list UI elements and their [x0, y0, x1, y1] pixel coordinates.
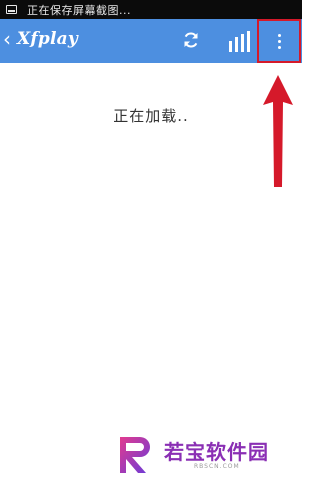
app-bar: ‹ Xfplay	[0, 19, 302, 63]
refresh-icon	[184, 32, 198, 48]
app-title: Xfplay	[17, 29, 78, 49]
screenshot-icon	[6, 5, 17, 14]
refresh-button[interactable]	[178, 27, 204, 53]
status-text: 正在保存屏幕截图...	[27, 3, 131, 17]
watermark-url: RBSCN.COM	[194, 462, 240, 470]
status-bar: 正在保存屏幕截图...	[0, 0, 302, 19]
rbscn-logo-icon	[120, 437, 150, 473]
red-arrow-annotation	[263, 75, 293, 187]
more-vertical-icon	[277, 33, 281, 37]
loading-text: 正在加载..	[113, 107, 189, 125]
watermark-title: 若宝软件园	[164, 439, 269, 464]
bar-chart-icon	[228, 41, 232, 52]
watermark: 若宝软件园 RBSCN.COM	[104, 430, 302, 480]
chevron-left-icon[interactable]: ‹	[3, 29, 11, 49]
stats-button[interactable]	[224, 27, 254, 55]
more-menu-button[interactable]	[257, 19, 301, 63]
